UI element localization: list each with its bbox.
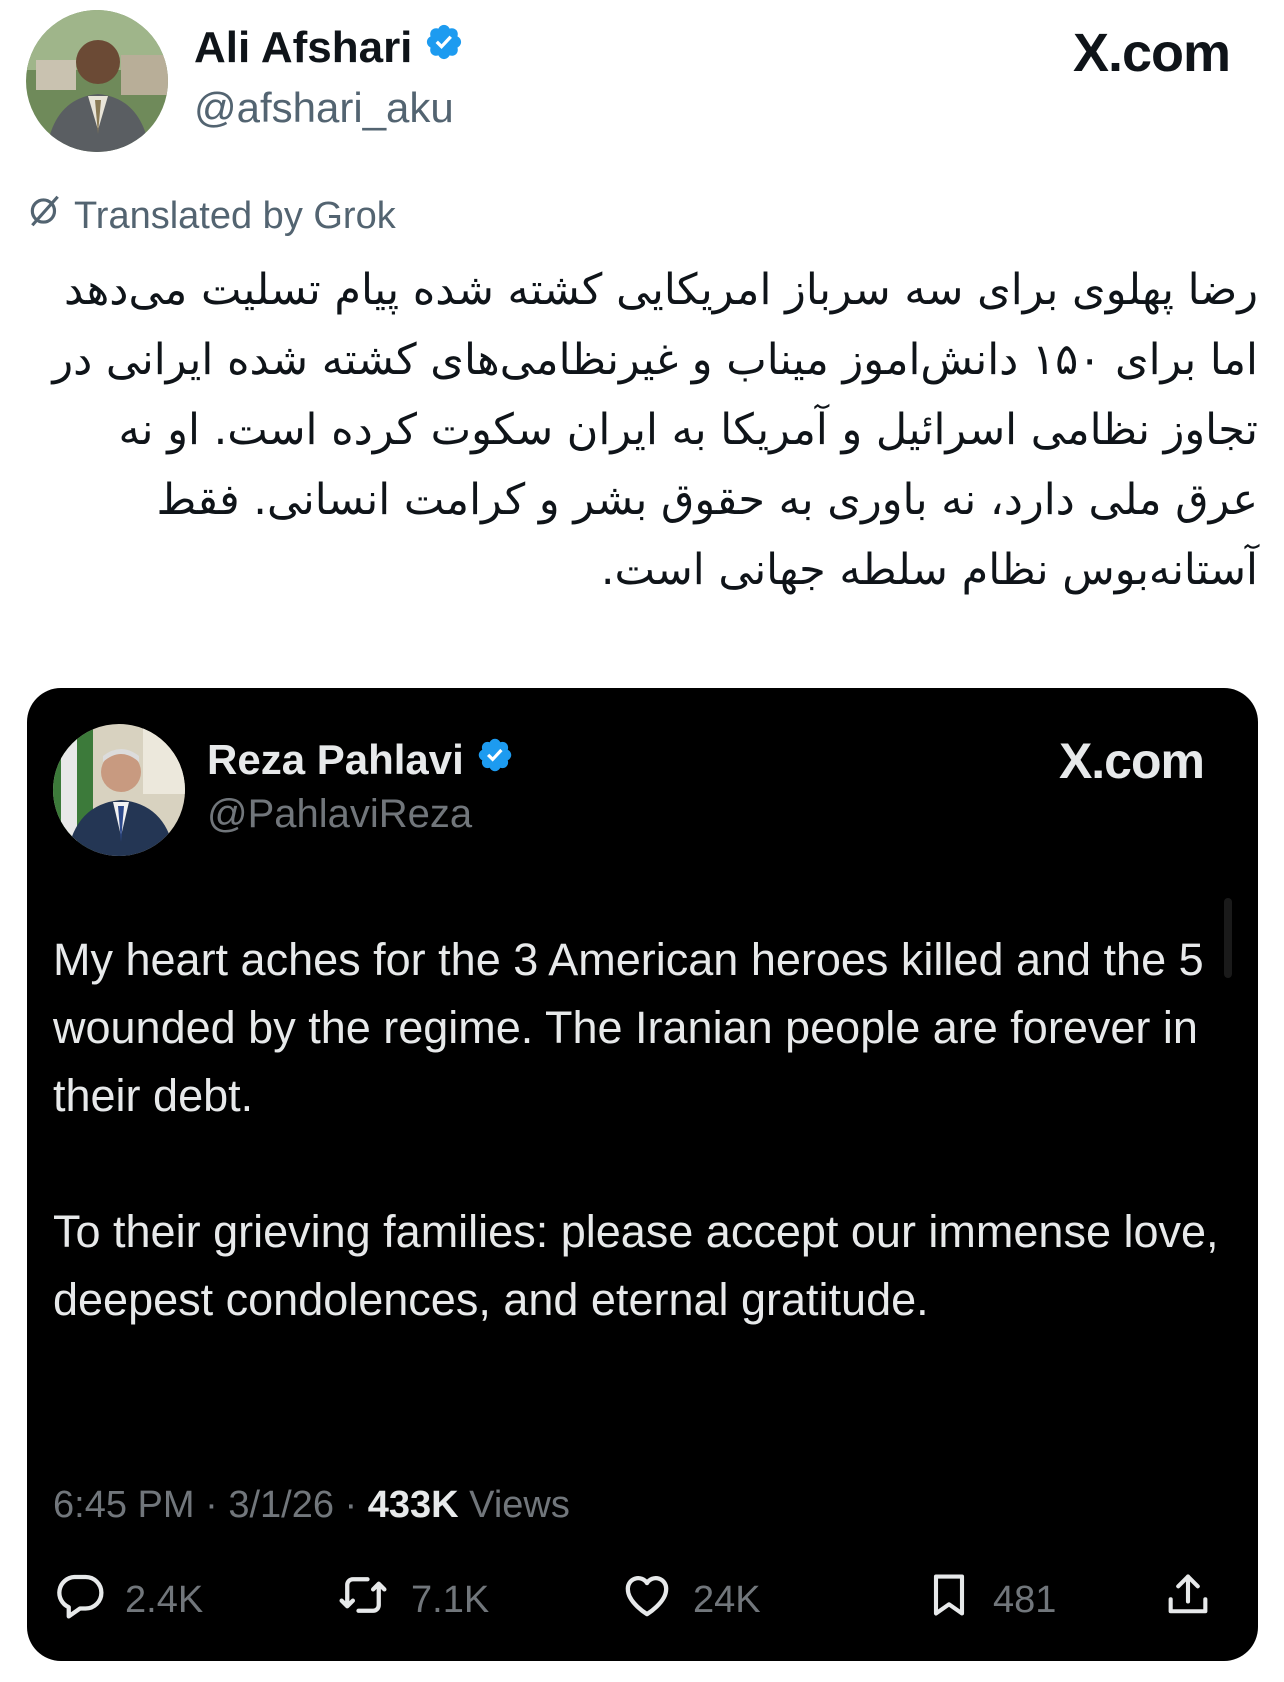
translation-notice[interactable]: Translated by Grok	[26, 192, 396, 240]
tweet-paragraph: To their grieving families: please accep…	[53, 1206, 1219, 1325]
like-icon	[619, 1568, 693, 1632]
bookmark-count: 481	[993, 1578, 1057, 1621]
quoted-author-name-row[interactable]: Reza Pahlavi	[207, 736, 514, 784]
reply-icon	[53, 1568, 125, 1632]
author-name[interactable]: Ali Afshari	[194, 23, 412, 73]
avatar-photo	[53, 724, 185, 856]
bookmark-icon	[923, 1568, 993, 1632]
verified-badge-icon	[476, 736, 514, 784]
avatar-photo	[26, 10, 168, 152]
site-watermark: X.com	[1058, 733, 1205, 789]
tweet-paragraph: My heart aches for the 3 American heroes…	[53, 934, 1204, 1121]
meta-separator: ·	[344, 1484, 358, 1526]
quoted-author-handle[interactable]: @PahlaviReza	[207, 792, 472, 837]
bookmark-button[interactable]: 481	[923, 1568, 1056, 1632]
share-icon	[1162, 1568, 1232, 1632]
views-label: Views	[469, 1484, 570, 1526]
share-button[interactable]	[1162, 1568, 1232, 1632]
author-name-row[interactable]: Ali Afshari	[194, 22, 464, 73]
quoted-author-name[interactable]: Reza Pahlavi	[207, 736, 464, 784]
quoted-tweet-card[interactable]: Reza Pahlavi @PahlaviReza X.com My heart…	[27, 688, 1258, 1661]
meta-separator: ·	[205, 1484, 218, 1526]
repost-button[interactable]: 7.1K	[333, 1568, 489, 1632]
quoted-tweet-text: My heart aches for the 3 American heroes…	[53, 926, 1232, 1334]
like-count: 24K	[693, 1578, 761, 1621]
tweet-meta: 6:45 PM · 3/1/26 · 433K Views	[53, 1484, 570, 1527]
tweet-date[interactable]: 3/1/26	[228, 1484, 334, 1526]
like-button[interactable]: 24K	[619, 1568, 761, 1632]
tweet-time[interactable]: 6:45 PM	[53, 1484, 195, 1526]
reply-count: 2.4K	[125, 1578, 204, 1621]
verified-badge-icon	[424, 22, 464, 73]
retweet-icon	[333, 1568, 411, 1632]
site-watermark: X.com	[1072, 23, 1231, 83]
author-handle[interactable]: @afshari_aku	[194, 84, 454, 132]
reply-button[interactable]: 2.4K	[53, 1568, 203, 1632]
author-avatar[interactable]	[26, 10, 168, 152]
grok-translate-icon	[26, 192, 74, 240]
views-count: 433K	[367, 1484, 459, 1526]
outer-tweet-text: رضا پهلوی برای سه سرباز امریکایی کشته شد…	[52, 265, 1258, 595]
action-bar: 2.4K 7.1K 24K 481	[53, 1568, 1232, 1628]
quoted-author-avatar[interactable]	[53, 724, 185, 856]
repost-count: 7.1K	[411, 1578, 490, 1621]
translated-label: Translated by Grok	[74, 194, 396, 237]
